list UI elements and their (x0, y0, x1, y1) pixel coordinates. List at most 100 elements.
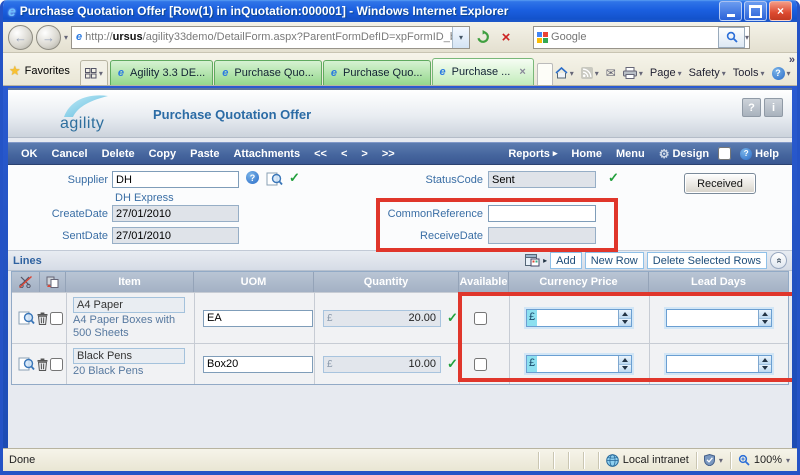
quick-tabs-button[interactable]: ▾ (80, 60, 108, 85)
home-button[interactable]: ▾ (555, 67, 574, 79)
delete-row-icon[interactable] (37, 312, 48, 325)
supplier-input[interactable] (112, 171, 239, 188)
help-icon: ? (772, 67, 785, 80)
protected-mode-control[interactable]: ▾ (696, 452, 730, 469)
address-dropdown-icon[interactable]: ▾ (452, 27, 469, 48)
design-checkbox[interactable] (718, 147, 731, 160)
status-bar: Done Local intranet ▾ 100% ▾ (3, 448, 797, 471)
search-box: ▾ (533, 26, 750, 49)
attachments-button[interactable]: Attachments (226, 148, 307, 160)
nav-next-button[interactable]: > (354, 148, 374, 160)
nav-first-button[interactable]: << (307, 148, 334, 160)
minimize-button[interactable] (719, 1, 742, 21)
add-rows-icon[interactable] (525, 254, 540, 267)
search-input[interactable] (548, 31, 718, 43)
nav-last-button[interactable]: >> (375, 148, 402, 160)
paste-button[interactable]: Paste (183, 148, 226, 160)
currency-price-input[interactable]: £ (526, 309, 632, 327)
collapse-section-icon[interactable]: « (770, 252, 787, 269)
quick-tabs-dropdown-icon: ▾ (99, 69, 103, 78)
valid-check-icon: ✓ (447, 356, 458, 372)
agility-logo: agility (60, 92, 126, 133)
zoom-row-icon[interactable] (18, 311, 35, 325)
search-options-dropdown-icon[interactable]: ▾ (745, 33, 749, 42)
tab-purchase-active[interactable]: ePurchase ...× (432, 58, 534, 85)
column-header-available[interactable]: Available (459, 272, 509, 292)
maximize-button[interactable] (744, 1, 767, 21)
spinner-icon[interactable] (758, 356, 771, 372)
toolbar-overflow-icon[interactable]: » (789, 54, 795, 66)
field-help-icon[interactable]: ? (246, 171, 259, 184)
search-button[interactable] (718, 27, 745, 48)
print-button[interactable]: ▾ (623, 67, 643, 79)
zoom-control[interactable]: 100% ▾ (730, 452, 797, 469)
currency-price-input[interactable]: £ (526, 355, 632, 373)
address-input[interactable]: e http://ursus/agility33demo/DetailForm.… (71, 26, 470, 49)
refresh-button[interactable] (473, 27, 493, 47)
help-menu-item[interactable]: ?Help (733, 148, 786, 160)
chevron-down-icon: ▾ (722, 69, 726, 78)
delete-row-icon[interactable] (37, 358, 48, 371)
feeds-button[interactable]: ▾ (581, 67, 599, 79)
row-select-checkbox[interactable] (50, 358, 63, 371)
recent-pages-dropdown-icon[interactable]: ▾ (64, 33, 68, 42)
uom-field[interactable] (203, 356, 313, 373)
column-header-item[interactable]: Item (66, 272, 194, 292)
tab-close-icon[interactable]: × (519, 66, 525, 78)
page-frame: agility Purchase Quotation Offer ? i OK … (3, 86, 797, 448)
delete-button[interactable]: Delete (95, 148, 142, 160)
page-menu[interactable]: Page▾ (650, 67, 682, 79)
valid-check-icon: ✓ (289, 170, 300, 186)
help-menu[interactable]: ?▾ (772, 67, 791, 80)
forward-button[interactable]: → (36, 25, 61, 50)
item-field[interactable] (73, 348, 185, 364)
home-menu-item[interactable]: Home (564, 148, 609, 160)
received-button[interactable]: Received (684, 173, 756, 194)
security-zone: Local intranet (598, 452, 696, 469)
supplier-label: Supplier (8, 174, 108, 186)
spinner-icon[interactable] (618, 356, 631, 372)
available-checkbox[interactable] (474, 358, 487, 371)
favorites-button[interactable]: ★ Favorites (7, 63, 78, 85)
column-header-lead-days[interactable]: Lead Days (649, 272, 788, 292)
reports-menu[interactable]: Reports▸ (501, 148, 564, 160)
design-toggle[interactable]: ⚙Design (652, 147, 716, 161)
safety-menu[interactable]: Safety▾ (689, 67, 726, 79)
add-button[interactable]: Add (550, 252, 582, 269)
lead-days-input[interactable] (666, 355, 772, 373)
tab-agility-home[interactable]: eAgility 3.3 DE... (110, 60, 213, 85)
nav-prev-button[interactable]: < (334, 148, 354, 160)
stop-button[interactable]: × (496, 27, 516, 47)
header-help-button[interactable]: ? (742, 98, 761, 117)
cancel-button[interactable]: Cancel (45, 148, 95, 160)
back-button[interactable]: ← (8, 25, 33, 50)
delete-selected-rows-button[interactable]: Delete Selected Rows (647, 252, 767, 269)
submenu-arrow-icon[interactable]: ▸ (543, 256, 547, 265)
quantity-field: £10.00 (323, 356, 441, 373)
spinner-icon[interactable] (758, 310, 771, 326)
spinner-icon[interactable] (618, 310, 631, 326)
ok-button[interactable]: OK (14, 148, 45, 160)
zoom-row-icon[interactable] (18, 357, 35, 371)
copy-button[interactable]: Copy (142, 148, 184, 160)
uom-field[interactable] (203, 310, 313, 327)
item-field[interactable] (73, 297, 185, 313)
supplier-lookup-icon[interactable] (266, 172, 283, 186)
menu-item[interactable]: Menu (609, 148, 652, 160)
lead-days-input[interactable] (666, 309, 772, 327)
column-header-uom[interactable]: UOM (194, 272, 314, 292)
header-info-button[interactable]: i (764, 98, 783, 117)
new-tab-stub[interactable] (537, 63, 553, 85)
new-row-button[interactable]: New Row (585, 252, 644, 269)
available-checkbox[interactable] (474, 312, 487, 325)
common-reference-input[interactable] (488, 205, 596, 222)
close-button[interactable]: × (769, 1, 792, 21)
read-mail-button[interactable]: ✉ (606, 66, 616, 80)
column-header-quantity[interactable]: Quantity (314, 272, 459, 292)
tab-purchase-quotation-1[interactable]: ePurchase Quo... (214, 60, 322, 85)
tab-purchase-quotation-2[interactable]: ePurchase Quo... (323, 60, 431, 85)
tools-menu[interactable]: Tools▾ (733, 67, 765, 79)
title-bar[interactable]: e Purchase Quotation Offer [Row(1) in in… (3, 0, 797, 22)
row-select-checkbox[interactable] (50, 312, 63, 325)
column-header-currency-price[interactable]: Currency Price (509, 272, 649, 292)
